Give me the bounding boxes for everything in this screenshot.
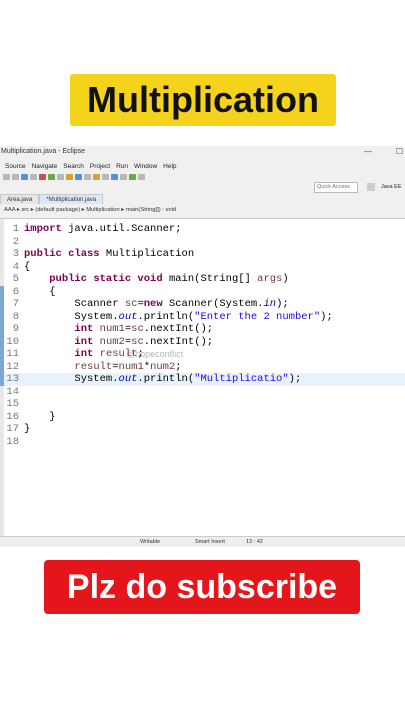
debug-icon[interactable] (39, 174, 46, 180)
save-icon[interactable] (3, 174, 10, 180)
code-text: System.out.println("Enter the 2 number")… (24, 310, 333, 323)
next-annotation-icon[interactable] (120, 174, 127, 180)
maximize-button[interactable]: ☐ (396, 146, 403, 158)
breadcrumb[interactable]: AAA ▸ src ▸ (default package) ▸ Multipli… (4, 206, 176, 215)
menu-navigate[interactable]: Navigate (32, 161, 58, 172)
title-banner-text: Multiplication (87, 79, 319, 120)
code-line[interactable]: 6 { (0, 286, 405, 299)
perspective-java-ee[interactable]: Java EE (381, 182, 405, 192)
tab-area-java[interactable]: Area.java (0, 194, 40, 204)
status-bar: Writable Smart Insert 13 : 42 (0, 536, 405, 547)
code-editor[interactable]: @hopeconflict 1 import java.util.Scanner;… (0, 218, 405, 537)
minimize-button[interactable]: — (364, 146, 372, 158)
menu-run[interactable]: Run (116, 161, 128, 172)
toolbar (0, 172, 323, 182)
line-number: 5 (12, 273, 19, 285)
window-title-bar: Multiplication.java - Eclipse — ☐ (0, 146, 405, 158)
status-insert-mode: Smart Insert (195, 539, 225, 545)
annotation-icon[interactable] (111, 174, 118, 180)
code-line[interactable]: 15 (0, 398, 405, 411)
code-line[interactable]: 14 (0, 386, 405, 399)
line-number: 6 (12, 285, 19, 298)
code-line[interactable]: 18 (0, 436, 405, 449)
open-type-icon[interactable] (84, 174, 91, 180)
line-number: 12 (6, 360, 19, 373)
menu-search[interactable]: Search (63, 161, 84, 172)
line-number: 4 (12, 260, 19, 273)
code-text: public class Multiplication (24, 248, 195, 260)
eclipse-window: Multiplication.java - Eclipse — ☐ Source… (0, 146, 405, 547)
run-icon[interactable] (48, 174, 55, 180)
new-package-icon[interactable] (66, 174, 73, 180)
code-line[interactable]: 3 public class Multiplication (0, 248, 405, 261)
code-line[interactable]: 2 (0, 236, 405, 249)
line-number: 18 (6, 435, 19, 448)
code-text: int num1=sc.nextInt(); (74, 323, 214, 335)
code-text: { (24, 260, 31, 273)
line-number: 15 (6, 398, 19, 410)
line-number: 7 (12, 298, 19, 310)
status-writable: Writable (140, 539, 161, 545)
code-line[interactable]: 8 System.out.println("Enter the 2 number… (0, 311, 405, 324)
code-line[interactable]: 1 import java.util.Scanner; (0, 223, 405, 236)
code-line[interactable]: 9 int num1=sc.nextInt(); (0, 323, 405, 336)
line-number: 11 (6, 348, 19, 360)
code-line[interactable]: 5 public static void main(String[] args) (0, 273, 405, 286)
code-text: System.out.println("Multiplicatio"); (24, 373, 302, 385)
code-text: public static void main(String[] args) (49, 273, 289, 285)
code-line[interactable]: 13 System.out.println("Multiplicatio"); (0, 373, 405, 386)
code-line[interactable]: 10 int num2=sc.nextInt(); (0, 336, 405, 349)
forward-icon[interactable] (138, 174, 145, 180)
window-title: Multiplication.java - Eclipse (1, 148, 86, 155)
code-line[interactable]: 12 result=num1*num2; (0, 361, 405, 374)
line-number: 8 (12, 310, 19, 323)
search-icon[interactable] (93, 174, 100, 180)
line-number: 9 (12, 323, 19, 335)
menu-bar: Source Navigate Search Project Run Windo… (0, 161, 177, 172)
open-perspective-icon[interactable] (367, 183, 375, 191)
new-class-icon[interactable] (75, 174, 82, 180)
code-line[interactable]: 17} (0, 423, 405, 436)
open-icon[interactable] (30, 174, 37, 180)
toggle-mark-icon[interactable] (102, 174, 109, 180)
status-cursor-position: 13 : 42 (246, 539, 263, 545)
subscribe-banner-text: Plz do subscribe (66, 567, 338, 606)
code-text: } (24, 423, 31, 435)
line-number: 2 (12, 235, 19, 248)
code-line[interactable]: 11 int result; (0, 348, 405, 361)
code-text: int result; (74, 348, 144, 360)
menu-help[interactable]: Help (163, 161, 176, 172)
line-number: 17 (6, 423, 19, 435)
change-marker (0, 285, 4, 386)
line-number: 14 (6, 385, 19, 398)
menu-window[interactable]: Window (134, 161, 157, 172)
code-text: Scanner sc=new Scanner(System.in); (24, 298, 289, 310)
code-line[interactable]: 7 Scanner sc=new Scanner(System.in); (0, 298, 405, 311)
code-text: int num2=sc.nextInt(); (74, 335, 214, 348)
line-number: 10 (6, 335, 19, 348)
code-line[interactable]: 4{ (0, 261, 405, 274)
code-text: } (24, 410, 56, 423)
line-number: 16 (6, 410, 19, 423)
new-icon[interactable] (21, 174, 28, 180)
tab-multiplication-java[interactable]: *Multiplication.java (39, 194, 104, 204)
line-number: 3 (12, 248, 19, 260)
line-number: 1 (12, 223, 19, 235)
print-icon[interactable] (12, 174, 19, 180)
external-tools-icon[interactable] (57, 174, 64, 180)
title-banner: Multiplication (70, 74, 336, 126)
line-number: 13 (6, 373, 19, 385)
menu-project[interactable]: Project (90, 161, 110, 172)
quick-access-field[interactable]: Quick Access (314, 182, 358, 193)
editor-tabs: Area.java *Multiplication.java (0, 194, 104, 204)
back-icon[interactable] (129, 174, 136, 180)
menu-source[interactable]: Source (5, 161, 26, 172)
code-text: import java.util.Scanner; (24, 223, 182, 235)
code-text: { (24, 285, 56, 298)
code-line[interactable]: 16 } (0, 411, 405, 424)
subscribe-banner: Plz do subscribe (44, 560, 360, 614)
code-text: result=num1*num2; (74, 360, 182, 373)
